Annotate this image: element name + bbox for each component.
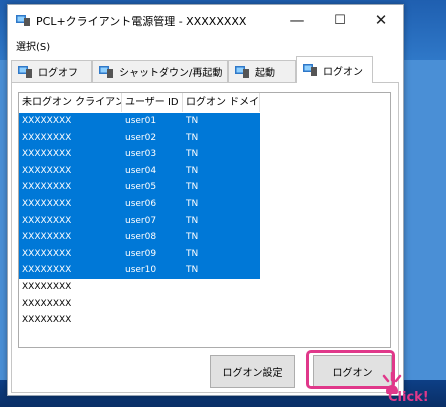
cell-client: XXXXXXXX [22, 265, 72, 276]
app-window: PCL+クライアント電源管理 - XXXXXXXX — ☐ ✕ 選択(S) ログ… [7, 4, 404, 396]
list-header: 未ログオン クライアント ユーザー ID ログオン ドメイン [19, 93, 390, 112]
cell-user-id [122, 279, 183, 296]
list-row[interactable]: XXXXXXXX user05 TN [19, 179, 260, 196]
logon-panel: 未ログオン クライアント ユーザー ID ログオン ドメイン XXXXXXXX u… [11, 82, 399, 393]
cell-user-id [122, 312, 183, 329]
list-row[interactable]: XXXXXXXX [19, 279, 260, 296]
cell-domain [183, 279, 260, 296]
cell-user-id: user02 [125, 132, 157, 143]
monitor-icon [235, 65, 249, 78]
close-button[interactable]: ✕ [364, 5, 398, 36]
cell-user-id: user03 [125, 149, 157, 160]
cell-client: XXXXXXXX [22, 281, 72, 292]
list-row[interactable]: XXXXXXXX [19, 312, 260, 329]
list-row[interactable]: XXXXXXXX [19, 296, 260, 313]
logon-settings-button[interactable]: ログオン設定 [210, 355, 295, 388]
cell-domain: TN [186, 198, 199, 209]
app-icon [16, 15, 30, 26]
cell-user-id: user07 [125, 215, 157, 226]
cell-domain: TN [186, 149, 199, 160]
menu-select[interactable]: 選択(S) [16, 38, 50, 53]
window-title: PCL+クライアント電源管理 - XXXXXXXX [36, 15, 247, 28]
cell-domain: TN [186, 165, 199, 176]
list-row[interactable]: XXXXXXXX user03 TN [19, 146, 260, 163]
tab-logon[interactable]: ログオン [296, 56, 373, 83]
cell-client: XXXXXXXX [22, 198, 72, 209]
cell-client: XXXXXXXX [22, 165, 72, 176]
cell-domain: TN [186, 248, 199, 259]
client-list[interactable]: 未ログオン クライアント ユーザー ID ログオン ドメイン XXXXXXXX u… [18, 92, 391, 348]
tab-shutdown-restart[interactable]: シャットダウン/再起動 [92, 60, 228, 82]
maximize-button[interactable]: ☐ [323, 5, 357, 36]
cell-client: XXXXXXXX [22, 248, 72, 259]
minimize-button[interactable]: — [280, 5, 314, 36]
cell-user-id: user08 [125, 232, 157, 243]
tab-startup[interactable]: 起動 [228, 60, 296, 82]
list-row[interactable]: XXXXXXXX user04 TN [19, 162, 260, 180]
list-row[interactable]: XXXXXXXX user07 TN [19, 212, 260, 230]
title-bar[interactable]: PCL+クライアント電源管理 - XXXXXXXX — ☐ ✕ [8, 5, 403, 36]
cell-domain [183, 296, 260, 313]
cell-domain: TN [186, 132, 199, 143]
tab-strip: ログオフ シャットダウン/再起動 起動 ログオン [11, 54, 399, 83]
tab-label: ログオフ [38, 68, 78, 79]
cell-user-id [122, 296, 183, 313]
cell-client: XXXXXXXX [22, 215, 72, 226]
monitor-icon [303, 64, 317, 76]
list-rows: XXXXXXXX user01 TN XXXXXXXX user02 TN XXXXXXXX… [19, 113, 390, 329]
column-header-client[interactable]: 未ログオン クライアント [19, 93, 122, 112]
cell-domain: TN [186, 215, 199, 226]
monitor-icon [18, 65, 32, 78]
cell-client: XXXXXXXX [22, 298, 72, 309]
cell-client: XXXXXXXX [22, 116, 72, 126]
cell-client: XXXXXXXX [22, 232, 72, 243]
cell-user-id: user04 [125, 165, 157, 176]
menu-bar: 選択(S) [8, 36, 403, 54]
cell-user-id: user05 [125, 182, 157, 193]
list-row[interactable]: XXXXXXXX user10 TN [19, 262, 260, 279]
cell-domain: TN [186, 182, 199, 193]
click-label: Click! [388, 390, 429, 405]
monitor-icon [99, 65, 113, 78]
cell-client: XXXXXXXX [22, 149, 72, 160]
list-row[interactable]: XXXXXXXX user02 TN [19, 129, 260, 147]
tab-label: シャットダウン/再起動 [119, 68, 223, 79]
cell-user-id: user09 [125, 248, 157, 259]
tab-label: ログオン [323, 66, 363, 78]
tab-label: 起動 [255, 68, 275, 79]
list-row[interactable]: XXXXXXXX user01 TN [19, 113, 260, 130]
cell-user-id: user06 [125, 198, 157, 209]
cell-domain: TN [186, 265, 199, 276]
list-row[interactable]: XXXXXXXX user09 TN [19, 245, 260, 263]
list-row[interactable]: XXXXXXXX user06 TN [19, 195, 260, 213]
cell-client: XXXXXXXX [22, 182, 72, 193]
cell-user-id: user01 [125, 116, 157, 126]
cell-domain: TN [186, 232, 199, 243]
cell-user-id: user10 [125, 265, 157, 276]
column-header-user-id[interactable]: ユーザー ID [122, 93, 183, 112]
cell-client: XXXXXXXX [22, 132, 72, 143]
cell-client: XXXXXXXX [22, 315, 72, 326]
cell-domain: TN [186, 116, 199, 126]
cell-domain [183, 312, 260, 329]
list-row[interactable]: XXXXXXXX user08 TN [19, 229, 260, 246]
tab-logoff[interactable]: ログオフ [11, 60, 92, 82]
column-header-domain[interactable]: ログオン ドメイン [183, 93, 260, 112]
